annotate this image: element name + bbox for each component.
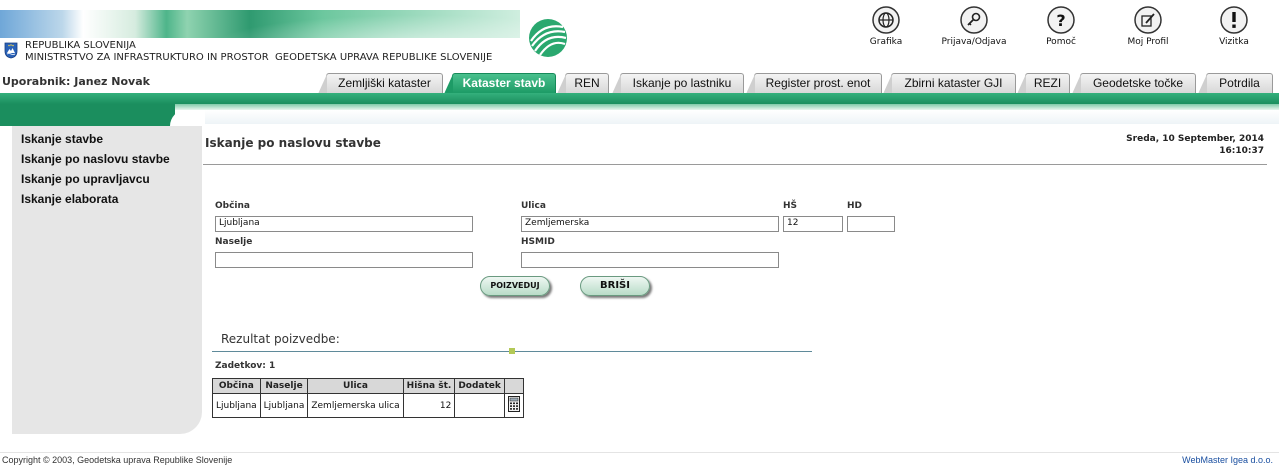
org-line-survey: GEODETSKA UPRAVA REPUBLIKE SLOVENIJE bbox=[275, 52, 493, 63]
toolbar-label: Pomoč bbox=[1046, 37, 1076, 47]
tab-label: Potrdila bbox=[1219, 76, 1260, 90]
edit-profile-icon bbox=[1134, 6, 1162, 34]
hs-label: HŠ bbox=[783, 201, 798, 211]
cell-action[interactable] bbox=[503, 393, 524, 418]
help-icon: ? bbox=[1047, 6, 1075, 34]
toolbar-pomoc[interactable]: ? Pomoč bbox=[1021, 6, 1101, 47]
tab-label: Iskanje po lastniku bbox=[632, 76, 732, 90]
hsmid-label: HSMID bbox=[521, 237, 555, 247]
toolbar-grafika[interactable]: Grafika bbox=[846, 6, 926, 47]
current-user: Uporabnik: Janez Novak bbox=[2, 75, 150, 88]
tab-register-prost-enot[interactable]: Register prost. enot bbox=[746, 73, 882, 94]
results-table: Občina Naselje Ulica Hišna št. Dodatek L… bbox=[212, 378, 524, 418]
cell-hisna-st: 12 bbox=[402, 393, 456, 418]
toolbar-label: Grafika bbox=[869, 37, 903, 47]
tab-geodetske-tocke[interactable]: Geodetske točke bbox=[1072, 73, 1196, 94]
webmaster-link[interactable]: WebMaster Igea d.o.o. bbox=[1182, 455, 1273, 465]
header-shadow bbox=[205, 110, 1279, 124]
clear-button[interactable]: BRIŠI bbox=[580, 276, 650, 296]
key-icon bbox=[960, 6, 988, 34]
tab-label: Zbirni kataster GJI bbox=[904, 76, 1003, 90]
tab-zemljiski-kataster[interactable]: Zemljiški kataster bbox=[318, 73, 443, 94]
tab-label: Register prost. enot bbox=[765, 76, 871, 90]
toolbar-vizitka[interactable]: Vizitka bbox=[1194, 6, 1274, 47]
ulica-label: Ulica bbox=[521, 201, 546, 211]
calculator-icon[interactable] bbox=[507, 396, 520, 412]
info-icon bbox=[1220, 6, 1248, 34]
naselje-label: Naselje bbox=[215, 237, 253, 247]
hd-input[interactable] bbox=[847, 216, 895, 232]
header-corner bbox=[0, 104, 175, 126]
results-divider-marker bbox=[509, 348, 515, 354]
toolbar-label: Prijava/Odjava bbox=[941, 37, 1007, 47]
tab-label: Geodetske točke bbox=[1092, 76, 1184, 90]
header-green-bar bbox=[0, 93, 1279, 104]
ulica-input[interactable]: Zemljemerska bbox=[521, 216, 779, 232]
gurs-logo-icon bbox=[529, 19, 567, 57]
hs-input[interactable]: 12 bbox=[783, 216, 843, 232]
globe-icon bbox=[872, 6, 900, 34]
table-row[interactable]: Ljubljana Ljubljana Zemljemerska ulica 1… bbox=[212, 393, 524, 418]
cell-naselje: Ljubljana bbox=[259, 393, 309, 418]
cell-ulica: Zemljemerska ulica bbox=[307, 393, 404, 418]
toolbar-label: Vizitka bbox=[1219, 37, 1249, 47]
tab-label: REZI bbox=[1033, 76, 1062, 90]
column-header-hisna-st: Hišna št. bbox=[402, 378, 456, 394]
column-header-obcina: Občina bbox=[212, 378, 261, 394]
title-divider bbox=[203, 164, 1267, 165]
org-line-republic: REPUBLIKA SLOVENIJA bbox=[25, 40, 136, 51]
sidebar-item-iskanje-po-naslovu[interactable]: Iskanje po naslovu stavbe bbox=[21, 152, 170, 166]
naselje-input[interactable] bbox=[215, 252, 473, 268]
cell-dodatek bbox=[454, 393, 505, 418]
tab-ren[interactable]: REN bbox=[557, 73, 609, 94]
hsmid-input[interactable] bbox=[521, 252, 779, 268]
sidebar-item-iskanje-stavbe[interactable]: Iskanje stavbe bbox=[21, 132, 103, 146]
tab-kataster-stavb[interactable]: Kataster stavb bbox=[444, 73, 556, 94]
svg-text:?: ? bbox=[1056, 11, 1065, 30]
tab-potrdila[interactable]: Potrdila bbox=[1198, 73, 1273, 94]
banner-wave bbox=[180, 10, 520, 38]
column-header-naselje: Naselje bbox=[259, 378, 309, 394]
coat-of-arms-icon bbox=[4, 42, 18, 59]
sidebar-item-iskanje-elaborata[interactable]: Iskanje elaborata bbox=[21, 192, 118, 206]
tab-label: Kataster stavb bbox=[462, 76, 546, 90]
org-line-ministry: MINISTRSTVO ZA INFRASTRUKTURO IN PROSTOR bbox=[25, 52, 269, 63]
tab-rezi[interactable]: REZI bbox=[1017, 73, 1070, 94]
page-title: Iskanje po naslovu stavbe bbox=[205, 136, 381, 150]
time-line: 16:10:37 bbox=[1219, 146, 1264, 156]
header-corner-cutout bbox=[170, 110, 210, 126]
column-header-dodatek: Dodatek bbox=[454, 378, 505, 394]
obcina-input[interactable]: Ljubljana bbox=[215, 216, 473, 232]
hd-label: HD bbox=[847, 201, 863, 211]
tab-iskanje-po-lastniku[interactable]: Iskanje po lastniku bbox=[612, 73, 744, 94]
sidebar-item-iskanje-po-upravljavcu[interactable]: Iskanje po upravljavcu bbox=[21, 172, 150, 186]
obcina-label: Občina bbox=[215, 201, 250, 211]
date-line: Sreda, 10 September, 2014 bbox=[1126, 134, 1264, 144]
tab-zbirni-kataster-gji[interactable]: Zbirni kataster GJI bbox=[883, 73, 1016, 94]
toolbar-label: Moj Profil bbox=[1127, 37, 1169, 47]
sidebar: Iskanje stavbe Iskanje po naslovu stavbe… bbox=[12, 126, 202, 434]
column-header-actions bbox=[503, 378, 524, 394]
table-header-row: Občina Naselje Ulica Hišna št. Dodatek bbox=[212, 378, 524, 394]
copyright-text: Copyright © 2003, Geodetska uprava Repub… bbox=[2, 455, 233, 465]
main-tabs: Zemljiški kataster Kataster stavb REN Is… bbox=[314, 73, 1279, 94]
column-header-ulica: Ulica bbox=[307, 378, 404, 394]
toolbar-prijava[interactable]: Prijava/Odjava bbox=[934, 6, 1014, 47]
results-title: Rezultat poizvedbe: bbox=[221, 332, 340, 346]
cell-obcina: Ljubljana bbox=[212, 393, 261, 418]
results-count: Zadetkov: 1 bbox=[215, 361, 276, 371]
tab-label: Zemljiški kataster bbox=[338, 76, 431, 90]
date-time: Sreda, 10 September, 2014 16:10:37 bbox=[1126, 133, 1264, 157]
toolbar-moj-profil[interactable]: Moj Profil bbox=[1108, 6, 1188, 47]
search-button[interactable]: POIZVEDUJ bbox=[480, 276, 550, 296]
header-banner bbox=[0, 10, 520, 38]
tab-label: REN bbox=[574, 76, 600, 90]
footer-divider bbox=[0, 452, 1279, 453]
